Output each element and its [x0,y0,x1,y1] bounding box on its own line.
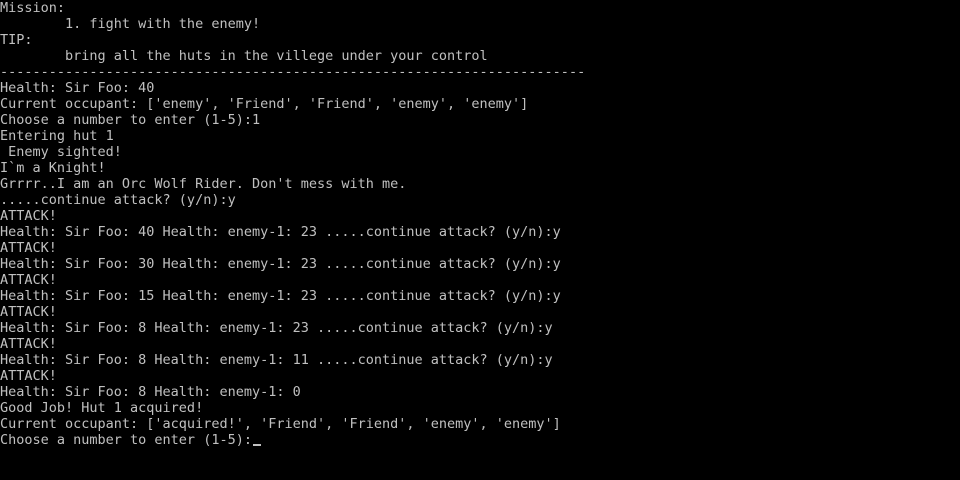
attack-line: ATTACK! [0,304,57,320]
attack-line: ATTACK! [0,272,57,288]
battle-status-line: Health: Sir Foo: 8 Health: enemy-1: 0 [0,384,301,400]
battle-status-line: Health: Sir Foo: 8 Health: enemy-1: 23 .… [0,320,553,336]
text-cursor [252,444,261,446]
console-line: Grrrr..I am an Orc Wolf Rider. Don't mes… [0,176,407,192]
hut-choice-prompt: Choose a number to enter (1-5):1 [0,112,261,128]
attack-line: ATTACK! [0,336,57,352]
continue-attack-prompt: .....continue attack? (y/n):y [0,192,236,208]
health-status: Health: Sir Foo: 40 [0,80,155,96]
mission-item: 1. fight with the enemy! [0,16,261,32]
hut-choice-prompt: Choose a number to enter (1-5): [0,432,252,448]
battle-status-line: Health: Sir Foo: 15 Health: enemy-1: 23 … [0,288,561,304]
battle-status-line: Health: Sir Foo: 30 Health: enemy-1: 23 … [0,256,561,272]
tip-heading: TIP: [0,32,33,48]
attack-line: ATTACK! [0,368,57,384]
battle-status-line: Health: Sir Foo: 40 Health: enemy-1: 23 … [0,224,561,240]
attack-line: ATTACK! [0,240,57,256]
occupant-list: Current occupant: ['enemy', 'Friend', 'F… [0,96,529,112]
console-line: Entering hut 1 [0,128,114,144]
console-line: Enemy sighted! [0,144,122,160]
mission-heading: Mission: [0,0,66,16]
battle-status-line: Health: Sir Foo: 8 Health: enemy-1: 11 .… [0,352,553,368]
console-window[interactable]: Mission: 1. fight with the enemy! TIP: b… [0,0,960,480]
success-message: Good Job! Hut 1 acquired! [0,400,204,416]
input-line[interactable]: Choose a number to enter (1-5): [0,432,960,448]
attack-line: ATTACK! [0,208,57,224]
console-line: I`m a Knight! [0,160,106,176]
separator-line: ----------------------------------------… [0,64,586,80]
occupant-list: Current occupant: ['acquired!', 'Friend'… [0,416,561,432]
tip-text: bring all the huts in the villege under … [0,48,488,64]
